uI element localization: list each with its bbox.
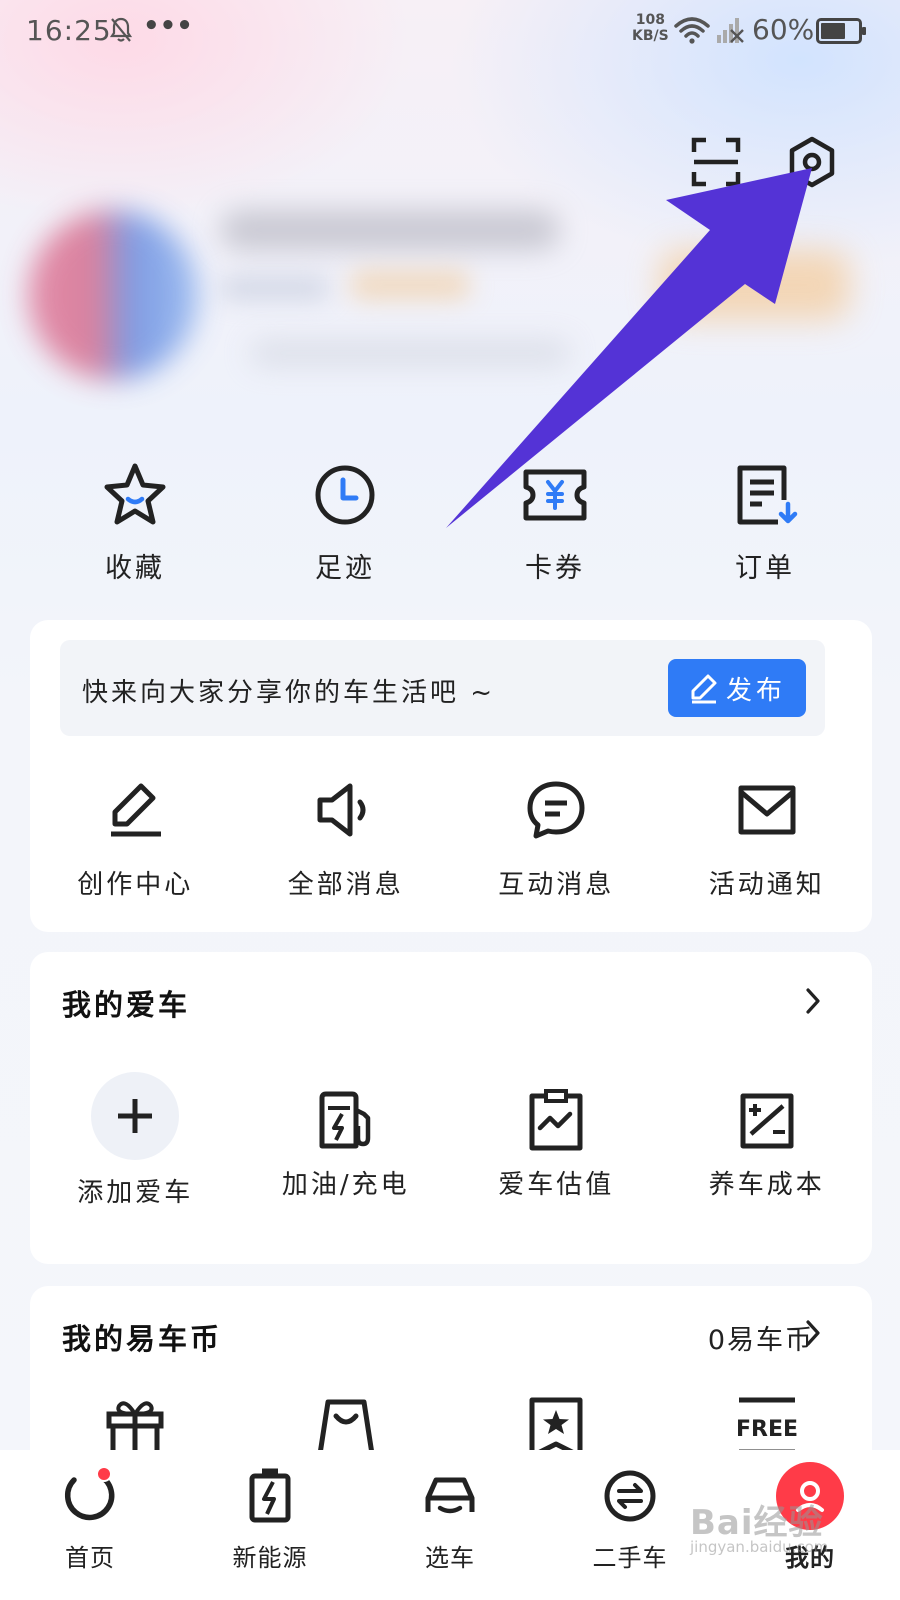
coin-gift[interactable]: [30, 1394, 241, 1458]
tab-home[interactable]: 首页: [0, 1450, 180, 1600]
tab-label: 选车: [425, 1544, 475, 1572]
bag-icon: [317, 1399, 375, 1457]
edit-icon: [691, 674, 717, 704]
grid-label: 加油/充电: [281, 1170, 410, 1200]
message-grid: 创作中心 全部消息 互动消息 活动通知: [30, 778, 872, 901]
coin-tasks[interactable]: [451, 1394, 662, 1458]
speaker-icon: [317, 783, 366, 837]
username-blurred: [220, 210, 560, 250]
publish-label: 发布: [725, 675, 786, 706]
coin-mall[interactable]: [241, 1394, 452, 1458]
status-more-icon: •••: [143, 11, 193, 41]
signal-icon: [717, 18, 744, 43]
grid-label: 全部消息: [287, 870, 404, 900]
tab-label: 首页: [65, 1544, 115, 1572]
bell-off-icon: [110, 17, 132, 42]
fuel-charge[interactable]: 加油/充电: [241, 1072, 452, 1209]
star-icon: [104, 463, 166, 525]
star-bookmark-icon: [529, 1397, 583, 1458]
membership-badge-blurred[interactable]: [660, 250, 850, 320]
level-badge-blurred: [350, 270, 470, 300]
quick-history[interactable]: 足迹: [240, 460, 450, 600]
coins-grid: FREE: [30, 1394, 872, 1458]
avatar[interactable]: [28, 210, 198, 380]
notification-dot: [96, 1466, 112, 1482]
cost-icon: [740, 1093, 794, 1149]
net-speed-unit: KB/S: [632, 28, 669, 44]
quick-label: 卡券: [525, 553, 585, 584]
community-card: 快来向大家分享你的车生活吧 ~ 发布 创作中心 全部消息 互动消息 活动通知: [30, 620, 872, 932]
all-messages[interactable]: 全部消息: [241, 778, 452, 901]
svg-text:FREE: FREE: [736, 1417, 798, 1442]
grid-label: 添加爱车: [77, 1178, 194, 1208]
activity-notice[interactable]: 活动通知: [662, 778, 873, 901]
fuel-icon: [319, 1091, 370, 1149]
quick-orders[interactable]: 订单: [660, 460, 870, 600]
quick-entries: 收藏 足迹 卡券 订单: [30, 460, 870, 600]
pen-icon: [111, 783, 162, 837]
order-icon: [737, 465, 798, 525]
my-car-title[interactable]: 我的爱车: [62, 982, 190, 1024]
car-cost[interactable]: 养车成本: [662, 1072, 873, 1209]
quick-label: 收藏: [105, 553, 165, 584]
status-bar: 16:25 ••• 108 KB/S 60%: [0, 0, 900, 66]
chevron-right-icon[interactable]: [802, 986, 824, 1016]
settings-hex-icon[interactable]: [786, 136, 838, 188]
profile-stats-blurred: [250, 340, 570, 366]
creator-center[interactable]: 创作中心: [30, 778, 241, 901]
grid-label: 活动通知: [708, 870, 825, 900]
share-prompt: 快来向大家分享你的车生活吧 ~: [82, 678, 496, 708]
chat-icon: [527, 781, 585, 839]
exchange-icon: [604, 1470, 656, 1522]
quick-favorites[interactable]: 收藏: [30, 460, 240, 600]
coupon-icon: [523, 469, 587, 521]
battery-icon: [249, 1468, 291, 1523]
add-car-circle[interactable]: [91, 1072, 180, 1160]
grid-label: 养车成本: [708, 1170, 825, 1200]
plus-icon: [118, 1099, 153, 1133]
profile-info-blurred: [220, 275, 330, 301]
car-icon: [425, 1477, 475, 1514]
gift-icon: [106, 1401, 164, 1457]
watermark-logo: Bai经验: [690, 1503, 824, 1543]
profile-header[interactable]: [0, 190, 900, 430]
quick-label: 足迹: [315, 553, 375, 584]
scan-icon[interactable]: [690, 136, 742, 188]
status-time: 16:25: [26, 14, 112, 47]
watermark-url: jingyan.baidu.com: [690, 1538, 829, 1556]
tab-choose-car[interactable]: 选车: [360, 1450, 540, 1600]
my-car-grid: 添加爱车 加油/充电 爱车估值 养车成本: [30, 1072, 872, 1209]
tab-label: 新能源: [232, 1544, 308, 1572]
share-bar[interactable]: 快来向大家分享你的车生活吧 ~ 发布: [60, 640, 825, 736]
grid-label: 创作中心: [77, 870, 194, 900]
coin-balance[interactable]: 0易车币: [708, 1318, 814, 1357]
quick-coupons[interactable]: 卡券: [450, 460, 660, 600]
battery-level: 60%: [752, 13, 815, 46]
wifi-icon: [674, 17, 710, 44]
mail-icon: [738, 785, 796, 835]
tab-new-energy[interactable]: 新能源: [180, 1450, 360, 1600]
quick-label: 订单: [735, 553, 795, 584]
battery-icon: [816, 18, 866, 44]
coins-title[interactable]: 我的易车币: [62, 1316, 222, 1358]
tab-label: 二手车: [592, 1544, 668, 1572]
car-valuation[interactable]: 爱车估值: [451, 1072, 662, 1209]
chevron-right-icon[interactable]: [802, 1318, 824, 1348]
coin-free[interactable]: FREE: [662, 1394, 873, 1458]
add-car[interactable]: 添加爱车: [30, 1072, 241, 1209]
valuation-icon: [529, 1089, 583, 1151]
net-speed-value: 108: [635, 12, 665, 28]
my-car-card: 我的爱车 添加爱车 加油/充电 爱车估值 养车成本: [30, 952, 872, 1264]
clock-icon: [315, 465, 375, 525]
grid-label: 爱车估值: [498, 1170, 615, 1200]
interaction-messages[interactable]: 互动消息: [451, 778, 662, 901]
grid-label: 互动消息: [498, 870, 615, 900]
net-speed: 108 KB/S: [632, 12, 669, 44]
publish-button[interactable]: 发布: [668, 659, 806, 717]
free-icon: FREE: [736, 1397, 798, 1455]
